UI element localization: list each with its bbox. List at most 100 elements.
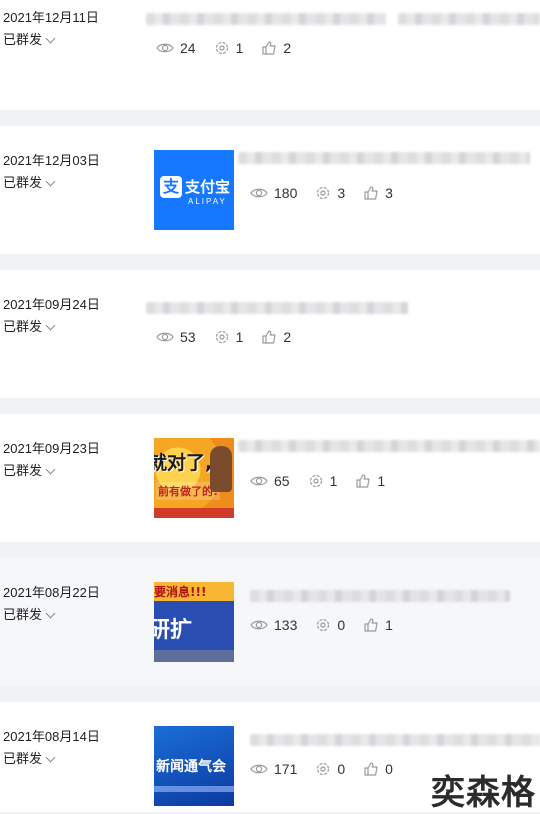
likes-count: 3 bbox=[385, 185, 393, 201]
blurred-title bbox=[250, 590, 510, 602]
views-stat: 65 bbox=[250, 473, 290, 489]
cartoon-figure bbox=[210, 446, 232, 492]
thumbnail-text: 要消息!!! bbox=[154, 585, 207, 599]
likes-stat: 2 bbox=[261, 329, 291, 345]
article-row[interactable]: 2021年12月11日 已群发 24 1 2 bbox=[0, 0, 540, 110]
status-dropdown[interactable]: 已群发 bbox=[3, 606, 56, 624]
chevron-down-icon bbox=[45, 464, 56, 474]
likes-count: 2 bbox=[283, 40, 292, 56]
shares-count: 1 bbox=[235, 40, 244, 56]
article-row[interactable]: 2021年09月24日 已群发 53 1 2 bbox=[0, 270, 540, 398]
status-label: 已群发 bbox=[3, 463, 43, 478]
publish-date: 2021年12月11日 bbox=[3, 10, 99, 25]
thumbnail-text: 新闻通气会 bbox=[156, 759, 226, 775]
likes-stat: 1 bbox=[355, 473, 385, 489]
thumbs-up-icon bbox=[262, 330, 276, 344]
shares-count: 1 bbox=[235, 329, 244, 345]
status-dropdown[interactable]: 已群发 bbox=[3, 31, 56, 49]
likes-count: 0 bbox=[385, 761, 393, 777]
shares-stat: 0 bbox=[315, 761, 345, 777]
status-dropdown[interactable]: 已群发 bbox=[3, 174, 56, 192]
share-gear-icon bbox=[215, 330, 228, 344]
shares-count: 1 bbox=[329, 473, 338, 489]
article-row[interactable]: 2021年08月22日 已群发 要消息!!! 研扩 133 0 1 bbox=[0, 558, 540, 686]
likes-count: 2 bbox=[283, 329, 292, 345]
thumbs-up-icon bbox=[364, 186, 378, 200]
site-watermark: 奕森格 bbox=[431, 773, 536, 813]
shares-stat: 1 bbox=[214, 329, 244, 345]
shares-stat: 0 bbox=[315, 617, 345, 633]
share-gear-icon bbox=[215, 41, 228, 55]
article-thumbnail[interactable]: 新闻通气会 bbox=[154, 726, 234, 806]
eye-icon bbox=[250, 620, 268, 630]
blurred-title bbox=[238, 152, 530, 164]
alipay-logo-icon: 支 bbox=[160, 176, 182, 198]
status-label: 已群发 bbox=[3, 607, 43, 622]
blurred-title bbox=[238, 440, 540, 452]
thumbnail-decoration bbox=[154, 786, 234, 792]
article-thumbnail[interactable]: 就对了, 前有做了的! bbox=[154, 438, 234, 518]
blurred-title bbox=[250, 734, 540, 746]
status-dropdown[interactable]: 已群发 bbox=[3, 750, 56, 768]
shares-count: 0 bbox=[337, 617, 346, 633]
likes-stat: 2 bbox=[261, 40, 291, 56]
views-stat: 180 bbox=[250, 185, 297, 201]
thumbs-up-icon bbox=[262, 41, 276, 55]
thumbs-up-icon bbox=[364, 762, 378, 776]
share-gear-icon bbox=[317, 186, 330, 200]
article-thumbnail[interactable]: 要消息!!! 研扩 bbox=[154, 582, 234, 662]
chevron-down-icon bbox=[45, 33, 56, 43]
article-row[interactable]: 2021年09月23日 已群发 就对了, 前有做了的! 65 1 1 bbox=[0, 414, 540, 542]
thumbnail-text: 支付宝 bbox=[185, 178, 231, 196]
status-label: 已群发 bbox=[3, 175, 43, 190]
article-thumbnail[interactable]: 支 支付宝 ALIPAY bbox=[154, 150, 234, 230]
views-count: 24 bbox=[180, 40, 196, 56]
likes-stat: 0 bbox=[363, 761, 393, 777]
thumbnail-decoration bbox=[154, 508, 234, 518]
share-gear-icon bbox=[317, 618, 330, 632]
blurred-title bbox=[146, 302, 408, 314]
publish-date: 2021年08月14日 bbox=[3, 729, 100, 744]
views-count: 65 bbox=[274, 473, 290, 489]
status-dropdown[interactable]: 已群发 bbox=[3, 462, 56, 480]
shares-stat: 1 bbox=[308, 473, 338, 489]
likes-stat: 3 bbox=[363, 185, 393, 201]
thumbnail-text: 就对了, bbox=[154, 452, 213, 474]
eye-icon bbox=[250, 188, 268, 198]
views-stat: 133 bbox=[250, 617, 297, 633]
likes-count: 1 bbox=[377, 473, 386, 489]
chevron-down-icon bbox=[45, 176, 56, 186]
thumbs-up-icon bbox=[356, 474, 370, 488]
status-label: 已群发 bbox=[3, 319, 43, 334]
views-count: 53 bbox=[180, 329, 196, 345]
status-dropdown[interactable]: 已群发 bbox=[3, 318, 56, 336]
thumbnail-decoration bbox=[154, 650, 234, 662]
eye-icon bbox=[156, 332, 174, 342]
publish-date: 2021年09月24日 bbox=[3, 297, 100, 312]
chevron-down-icon bbox=[45, 752, 56, 762]
eye-icon bbox=[156, 43, 174, 53]
share-gear-icon bbox=[317, 762, 330, 776]
likes-count: 1 bbox=[385, 617, 393, 633]
blurred-title bbox=[146, 13, 386, 25]
publish-date: 2021年08月22日 bbox=[3, 585, 100, 600]
shares-count: 3 bbox=[337, 185, 346, 201]
thumbs-up-icon bbox=[364, 618, 378, 632]
eye-icon bbox=[250, 476, 268, 486]
publish-date: 2021年12月03日 bbox=[3, 153, 100, 168]
likes-stat: 1 bbox=[363, 617, 393, 633]
status-label: 已群发 bbox=[3, 32, 43, 47]
views-count: 171 bbox=[274, 761, 298, 777]
eye-icon bbox=[250, 764, 268, 774]
shares-stat: 3 bbox=[315, 185, 345, 201]
publish-date: 2021年09月23日 bbox=[3, 441, 100, 456]
article-row[interactable]: 2021年12月03日 已群发 支 支付宝 ALIPAY 180 3 3 bbox=[0, 126, 540, 254]
status-label: 已群发 bbox=[3, 751, 43, 766]
views-count: 133 bbox=[274, 617, 298, 633]
blurred-title bbox=[398, 13, 540, 25]
thumbnail-text: 研扩 bbox=[154, 618, 193, 643]
views-stat: 24 bbox=[156, 40, 196, 56]
thumbnail-text: ALIPAY bbox=[188, 197, 227, 206]
share-gear-icon bbox=[309, 474, 322, 488]
shares-stat: 1 bbox=[214, 40, 244, 56]
